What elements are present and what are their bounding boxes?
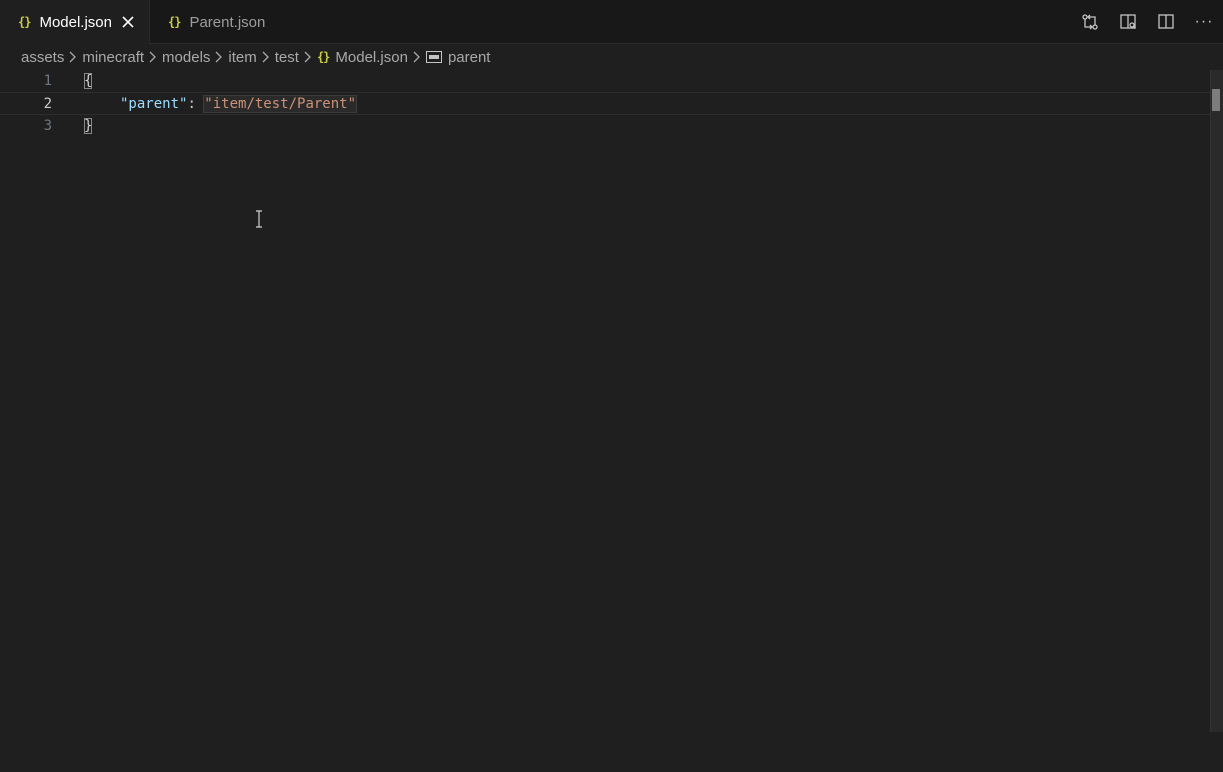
breadcrumb-models[interactable]: models bbox=[162, 49, 210, 66]
code-line: 3 } bbox=[0, 115, 1210, 138]
line-content: } bbox=[84, 115, 93, 138]
tab-label: Parent.json bbox=[189, 13, 266, 31]
tab-parent-json[interactable]: {} Parent.json bbox=[150, 0, 290, 44]
line-number: 1 bbox=[43, 73, 52, 89]
editor-actions: ··· bbox=[1071, 0, 1223, 44]
json-colon: : bbox=[187, 96, 205, 112]
string-property-icon bbox=[425, 51, 442, 63]
code-line-current: 2 "parent": "item/test/Parent" bbox=[0, 92, 1210, 115]
chevron-right-icon bbox=[68, 51, 78, 63]
chevron-right-icon bbox=[214, 51, 224, 63]
chevron-right-icon bbox=[261, 51, 271, 63]
breadcrumb-model-json[interactable]: Model.json bbox=[335, 49, 408, 66]
more-glyph: ··· bbox=[1194, 13, 1214, 30]
line-content: "parent": "item/test/Parent" bbox=[120, 93, 358, 116]
json-braces-icon: {} bbox=[316, 50, 330, 64]
breadcrumb-item[interactable]: item bbox=[228, 49, 256, 66]
line-number: 2 bbox=[43, 96, 52, 112]
breadcrumb: assets minecraft models item test {} Mod… bbox=[21, 44, 490, 70]
tab-label: Model.json bbox=[39, 13, 112, 31]
vertical-scrollbar[interactable] bbox=[1210, 70, 1223, 732]
tab-bar: {} Model.json {} Parent.json ··· bbox=[0, 0, 1223, 44]
code-editor[interactable]: 1 { 2 "parent": "item/test/Parent" 3 } bbox=[0, 70, 1210, 772]
split-editor-icon[interactable] bbox=[1147, 0, 1185, 44]
json-braces-icon: {} bbox=[168, 15, 181, 29]
breadcrumb-assets[interactable]: assets bbox=[21, 49, 64, 66]
json-braces-icon: {} bbox=[18, 15, 31, 29]
close-icon[interactable] bbox=[121, 15, 135, 29]
open-changes-icon[interactable] bbox=[1071, 0, 1109, 44]
text-cursor-icon bbox=[254, 210, 264, 228]
breadcrumb-minecraft[interactable]: minecraft bbox=[82, 49, 144, 66]
more-actions-icon[interactable]: ··· bbox=[1185, 0, 1223, 44]
chevron-right-icon bbox=[412, 51, 422, 63]
bracket-match: { bbox=[84, 73, 93, 89]
breadcrumb-test[interactable]: test bbox=[275, 49, 299, 66]
tab-model-json[interactable]: {} Model.json bbox=[0, 0, 150, 44]
code-line: 1 { bbox=[0, 70, 1210, 93]
line-number: 3 bbox=[43, 118, 52, 134]
scrollbar-cursor-marker bbox=[1212, 89, 1220, 111]
bracket-match: } bbox=[84, 118, 93, 134]
line-content: { bbox=[84, 70, 93, 93]
chevron-right-icon bbox=[148, 51, 158, 63]
json-key: "parent" bbox=[120, 96, 188, 112]
json-string-value: "item/test/Parent" bbox=[203, 95, 358, 113]
breadcrumb-parent[interactable]: parent bbox=[448, 49, 491, 66]
open-preview-icon[interactable] bbox=[1109, 0, 1147, 44]
chevron-right-icon bbox=[303, 51, 313, 63]
